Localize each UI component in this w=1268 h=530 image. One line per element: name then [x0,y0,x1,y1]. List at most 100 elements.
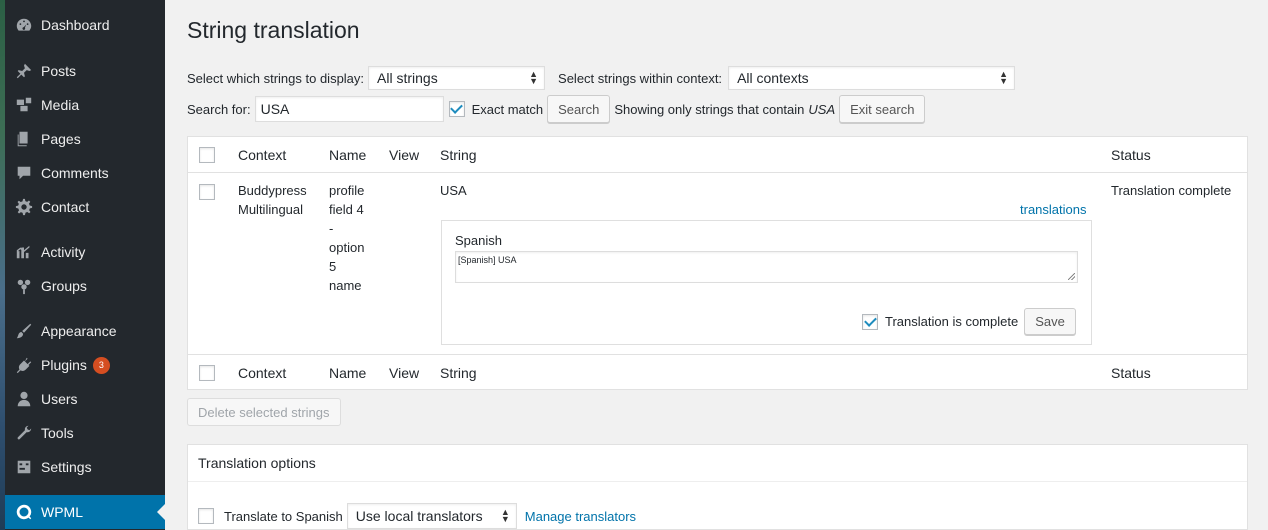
footer-view: View [389,365,420,381]
context-filter-select[interactable]: All contexts ▲ ▼ [728,66,1016,90]
footer-name[interactable]: Name [329,365,366,381]
sidebar-item-appearance[interactable]: Appearance [5,314,165,348]
sidebar-item-label: WPML [41,504,83,520]
row-checkbox[interactable] [199,184,215,200]
search-status-text: Showing only strings that contain [614,101,805,117]
row-context: Buddypress Multilingual [238,181,307,219]
translations-link[interactable]: translations [1020,200,1086,219]
sidebar-item-label: Media [41,97,80,113]
search-label: Search for: [187,101,251,117]
translation-options-panel: Translation options Translate to Spanish… [187,444,1248,530]
header-context[interactable]: Context [238,147,286,163]
translator-select[interactable]: Use local translators ▲ ▼ [346,503,517,529]
row-name-line: field 4 [329,202,364,217]
footer-status[interactable]: Status [1111,365,1151,381]
sidebar-item-comments[interactable]: Comments [5,156,165,190]
sidebar-item-label: Plugins [41,357,87,373]
select-arrows-icon: ▲ ▼ [500,507,510,524]
row-name-line: profile [329,183,365,198]
search-button[interactable]: Search [547,95,611,123]
sidebar-item-label: Comments [41,165,109,181]
sidebar-item-users[interactable]: Users [5,382,165,416]
context-filter-label: Select strings within context: [558,70,723,86]
delete-selected-button[interactable]: Delete selected strings [187,398,341,426]
exact-match-checkbox[interactable] [448,101,465,117]
row-context-line: Buddypress [238,183,307,198]
translation-complete-checkbox[interactable] [862,313,878,330]
filter-row: Select which strings to display: All str… [187,66,1016,90]
user-icon [14,389,34,409]
select-arrows-icon: ▲ ▼ [999,69,1009,86]
brush-icon [14,321,34,341]
search-input[interactable]: USA [254,96,444,122]
translate-to-label: Translate to Spanish [224,508,343,524]
sidebar-item-groups[interactable]: Groups [5,269,165,303]
sidebar-item-label: Posts [41,63,77,79]
row-name-line: 5 [329,259,337,274]
sidebar-item-activity[interactable]: Activity [5,235,165,269]
plug-icon [14,355,34,375]
select-all-checkbox[interactable] [199,147,215,163]
comment-icon [14,163,34,183]
footer-string[interactable]: String [440,365,477,381]
sidebar-item-pages[interactable]: Pages [5,122,165,156]
sidebar-item-posts[interactable]: Posts [5,54,165,88]
translate-to-checkbox[interactable] [198,508,214,524]
dashboard-icon [14,15,34,35]
sidebar-item-label: Pages [41,131,81,147]
admin-sidebar: Dashboard Posts Media Pages Comments Con… [5,0,165,530]
settings-icon [14,457,34,477]
header-status[interactable]: Status [1111,147,1151,163]
row-name-line: option [329,240,365,255]
translation-options-heading: Translation options [188,445,1247,482]
table-row: Buddypress Multilingual profile field 4 … [188,173,1247,354]
strings-table: Context Name View String Status Buddypre… [187,136,1248,390]
search-status-term: USA [808,101,836,117]
select-all-checkbox-footer[interactable] [199,365,215,381]
row-name: profile field 4 - option 5 name [329,181,364,295]
search-row: Search for: USA Exact match Search Showi… [187,95,926,123]
sidebar-item-label: Tools [41,425,74,441]
header-string[interactable]: String [440,147,477,163]
sidebar-item-dashboard[interactable]: Dashboard [5,8,165,42]
translation-language: Spanish [455,233,502,248]
sidebar-item-tools[interactable]: Tools [5,416,165,450]
sidebar-item-settings[interactable]: Settings [5,450,165,484]
display-filter-label: Select which strings to display: [187,70,365,86]
translation-editor: Spanish [Spanish] USA Translation is com… [441,220,1092,345]
media-icon [14,95,34,115]
sidebar-item-wpml[interactable]: WPML [5,495,165,529]
exit-search-button[interactable]: Exit search [839,95,926,123]
row-context-line: Multilingual [238,202,304,217]
sidebar-item-label: Activity [41,244,86,260]
pages-icon [14,129,34,149]
header-view: View [389,147,420,163]
row-string: USA [440,183,467,198]
exact-match-label: Exact match [471,101,544,117]
display-filter-select[interactable]: All strings ▲ ▼ [368,66,546,90]
sidebar-item-plugins[interactable]: Plugins 3 [5,348,165,382]
groups-icon [14,276,34,296]
row-status: Translation complete [1111,183,1232,198]
footer-context[interactable]: Context [238,365,286,381]
save-button[interactable]: Save [1024,308,1076,335]
header-name[interactable]: Name [329,147,366,163]
sidebar-item-media[interactable]: Media [5,88,165,122]
row-name-line: name [329,278,362,293]
pin-icon [14,61,34,81]
select-arrows-icon: ▲ ▼ [529,69,539,86]
table-header: Context Name View String Status [188,137,1247,173]
main-content: String translation Select which strings … [187,0,1248,530]
row-name-line: - [329,221,334,236]
display-filter-value: All strings [377,70,438,86]
translation-textarea[interactable]: [Spanish] USA [455,251,1078,283]
sidebar-item-contact[interactable]: Contact [5,190,165,224]
wpml-icon [14,502,34,522]
sidebar-item-label: Appearance [41,323,117,339]
sidebar-item-label: Users [41,391,78,407]
gear-icon [14,197,34,217]
manage-translators-link[interactable]: Manage translators [525,509,636,524]
sidebar-item-label: Contact [41,199,90,215]
sidebar-item-label: Groups [41,278,87,294]
activity-icon [14,242,34,262]
